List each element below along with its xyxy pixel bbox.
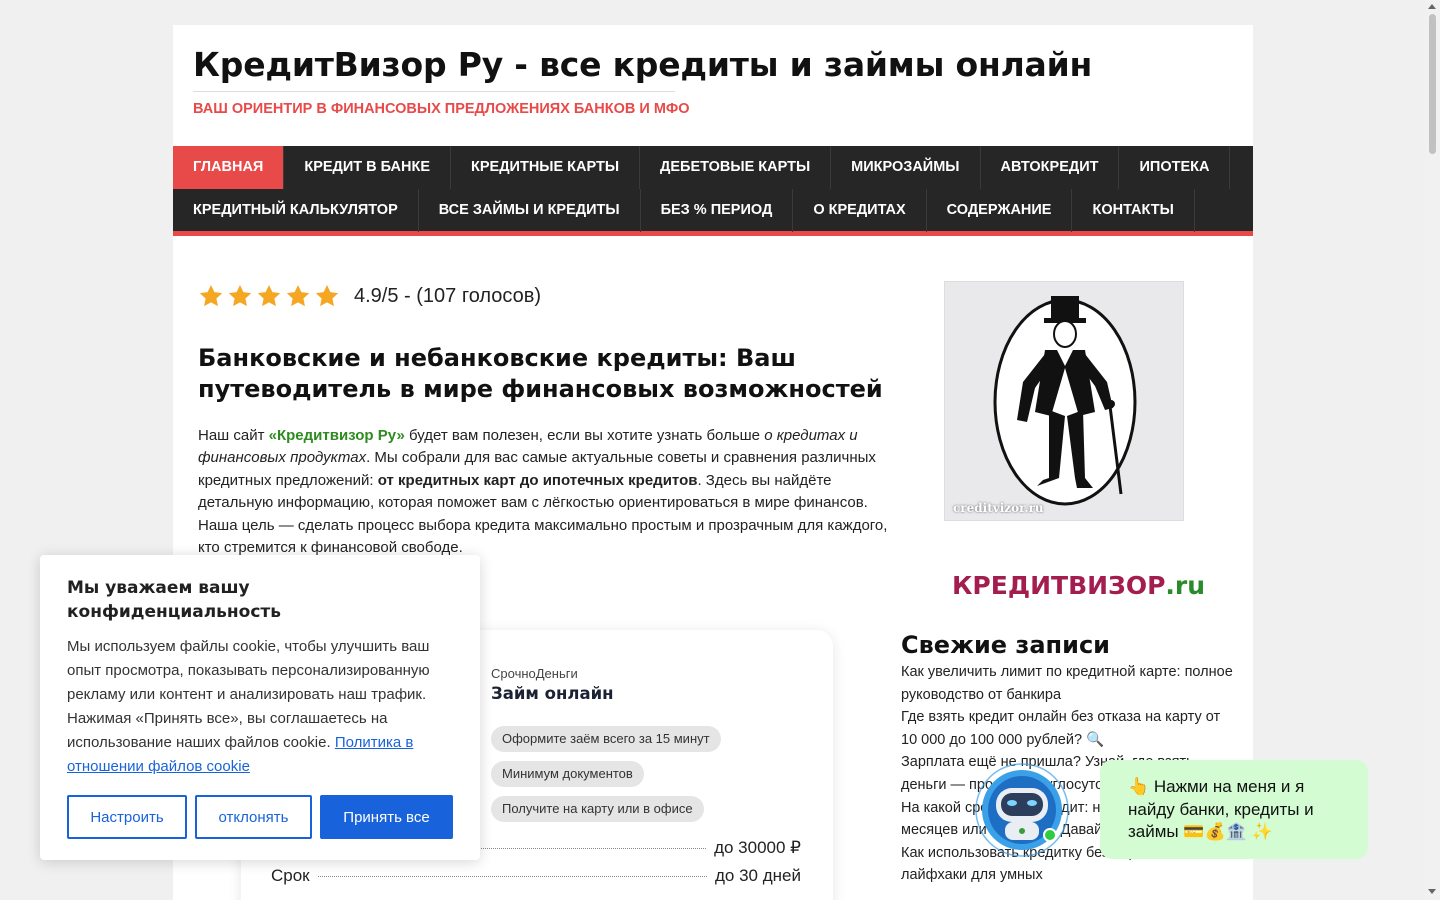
- nav-item-grace-period[interactable]: БЕЗ % ПЕРИОД: [641, 189, 794, 232]
- fresh-post-link[interactable]: Где взять кредит онлайн без отказа на ка…: [901, 706, 1233, 751]
- site-tagline: ВАШ ОРИЕНТИР В ФИНАНСОВЫХ ПРЕДЛОЖЕНИЯХ Б…: [193, 101, 690, 117]
- nav-row-2: КРЕДИТНЫЙ КАЛЬКУЛЯТОР ВСЕ ЗАЙМЫ И КРЕДИТ…: [173, 189, 1195, 232]
- offer-tag: Оформите заём всего за 15 минут: [491, 726, 721, 752]
- gentleman-mascot-image[interactable]: creditvizor.ru: [944, 281, 1184, 521]
- star-icon[interactable]: [227, 283, 253, 309]
- nav-item-calculator[interactable]: КРЕДИТНЫЙ КАЛЬКУЛЯТОР: [173, 189, 419, 232]
- brand-logo-suffix: .ru: [1165, 571, 1206, 600]
- main-navigation: ГЛАВНАЯ КРЕДИТ В БАНКЕ КРЕДИТНЫЕ КАРТЫ Д…: [173, 146, 1253, 236]
- star-icon[interactable]: [285, 283, 311, 309]
- star-icon[interactable]: [314, 283, 340, 309]
- image-watermark: creditvizor.ru: [953, 501, 1044, 515]
- intro-bold: от кредитных карт до ипотечных кредитов: [377, 471, 698, 489]
- offer-term-value: до 30 дней: [715, 866, 801, 885]
- fresh-posts-heading: Свежие записи: [901, 631, 1110, 659]
- article-intro: Наш сайт «Кредитвизор Ру» будет вам поле…: [198, 425, 888, 559]
- nav-item-bank-credit[interactable]: КРЕДИТ В БАНКЕ: [284, 146, 452, 189]
- nav-item-all-loans[interactable]: ВСЕ ЗАЙМЫ И КРЕДИТЫ: [419, 189, 641, 232]
- intro-text-1: Наш сайт: [198, 427, 269, 444]
- star-icon[interactable]: [256, 283, 282, 309]
- online-dot-icon: [1043, 828, 1057, 842]
- cookie-reject-button[interactable]: отклонять: [195, 795, 312, 839]
- nav-item-home[interactable]: ГЛАВНАЯ: [173, 146, 285, 189]
- cookie-accept-button[interactable]: Принять все: [320, 795, 453, 839]
- offer-dots: [317, 876, 707, 877]
- intro-brand-link[interactable]: «Кредитвизор Ру»: [269, 427, 405, 444]
- intro-text-2: будет вам полезен, если вы хотите узнать…: [404, 427, 765, 444]
- nav-item-debit-cards[interactable]: ДЕБЕТОВЫЕ КАРТЫ: [640, 146, 832, 189]
- nav-item-mortgage[interactable]: ИПОТЕКА: [1119, 146, 1231, 189]
- cookie-consent-banner: Мы уважаем вашу конфиденциальность Мы ис…: [40, 555, 480, 860]
- page-scrollbar[interactable]: [1425, 0, 1440, 900]
- scroll-down-arrow-icon[interactable]: [1428, 889, 1436, 894]
- chat-bot-launcher[interactable]: [972, 762, 1076, 862]
- brand-logo[interactable]: КРЕДИТВИЗОР.ru: [952, 571, 1205, 600]
- cookie-text: Мы используем файлы cookie, чтобы улучши…: [67, 635, 447, 779]
- site-title[interactable]: КредитВизор Ру - все кредиты и займы онл…: [193, 45, 1092, 84]
- gentleman-illustration: [993, 296, 1137, 506]
- offer-term-label: Срок: [271, 866, 310, 885]
- nav-item-about-credits[interactable]: О КРЕДИТАХ: [793, 189, 927, 232]
- title-divider: [193, 91, 675, 92]
- offer-tag: Получите на карту или в офисе: [491, 796, 704, 822]
- fresh-post-link[interactable]: Как увеличить лимит по кредитной карте: …: [901, 661, 1233, 706]
- nav-item-contacts[interactable]: КОНТАКТЫ: [1072, 189, 1195, 232]
- nav-item-credit-cards[interactable]: КРЕДИТНЫЕ КАРТЫ: [451, 146, 641, 189]
- cookie-title: Мы уважаем вашу конфиденциальность: [67, 578, 282, 622]
- nav-item-microloans[interactable]: МИКРОЗАЙМЫ: [831, 146, 981, 189]
- nav-item-autocredit[interactable]: АВТОКРЕДИТ: [981, 146, 1120, 189]
- rating-widget: 4.9/5 - (107 голосов): [198, 283, 541, 309]
- offer-company: СрочноДеньги: [491, 666, 578, 681]
- nav-row-1: ГЛАВНАЯ КРЕДИТ В БАНКЕ КРЕДИТНЫЕ КАРТЫ Д…: [173, 146, 1231, 189]
- offer-amount-value: до 30000 ₽: [714, 838, 801, 857]
- star-icon[interactable]: [198, 283, 224, 309]
- offer-name[interactable]: Займ онлайн: [491, 684, 614, 703]
- rating-text: 4.9/5 - (107 голосов): [354, 284, 542, 307]
- brand-logo-main: КРЕДИТВИЗОР: [952, 571, 1166, 600]
- article-heading: Банковские и небанковские кредиты: Ваш п…: [198, 344, 883, 403]
- offer-term-row: Срок до 30 дней: [271, 866, 801, 886]
- scroll-up-arrow-icon[interactable]: [1428, 4, 1436, 9]
- robot-icon: [975, 763, 1069, 857]
- scrollbar-thumb[interactable]: [1429, 14, 1436, 154]
- nav-item-contents[interactable]: СОДЕРЖАНИЕ: [927, 189, 1073, 232]
- rating-stars[interactable]: [198, 283, 340, 309]
- chat-bot-bubble[interactable]: 👆 Нажми на меня и я найду банки, кредиты…: [1100, 760, 1368, 859]
- offer-tag: Минимум документов: [491, 761, 644, 787]
- cookie-customize-button[interactable]: Настроить: [67, 795, 187, 839]
